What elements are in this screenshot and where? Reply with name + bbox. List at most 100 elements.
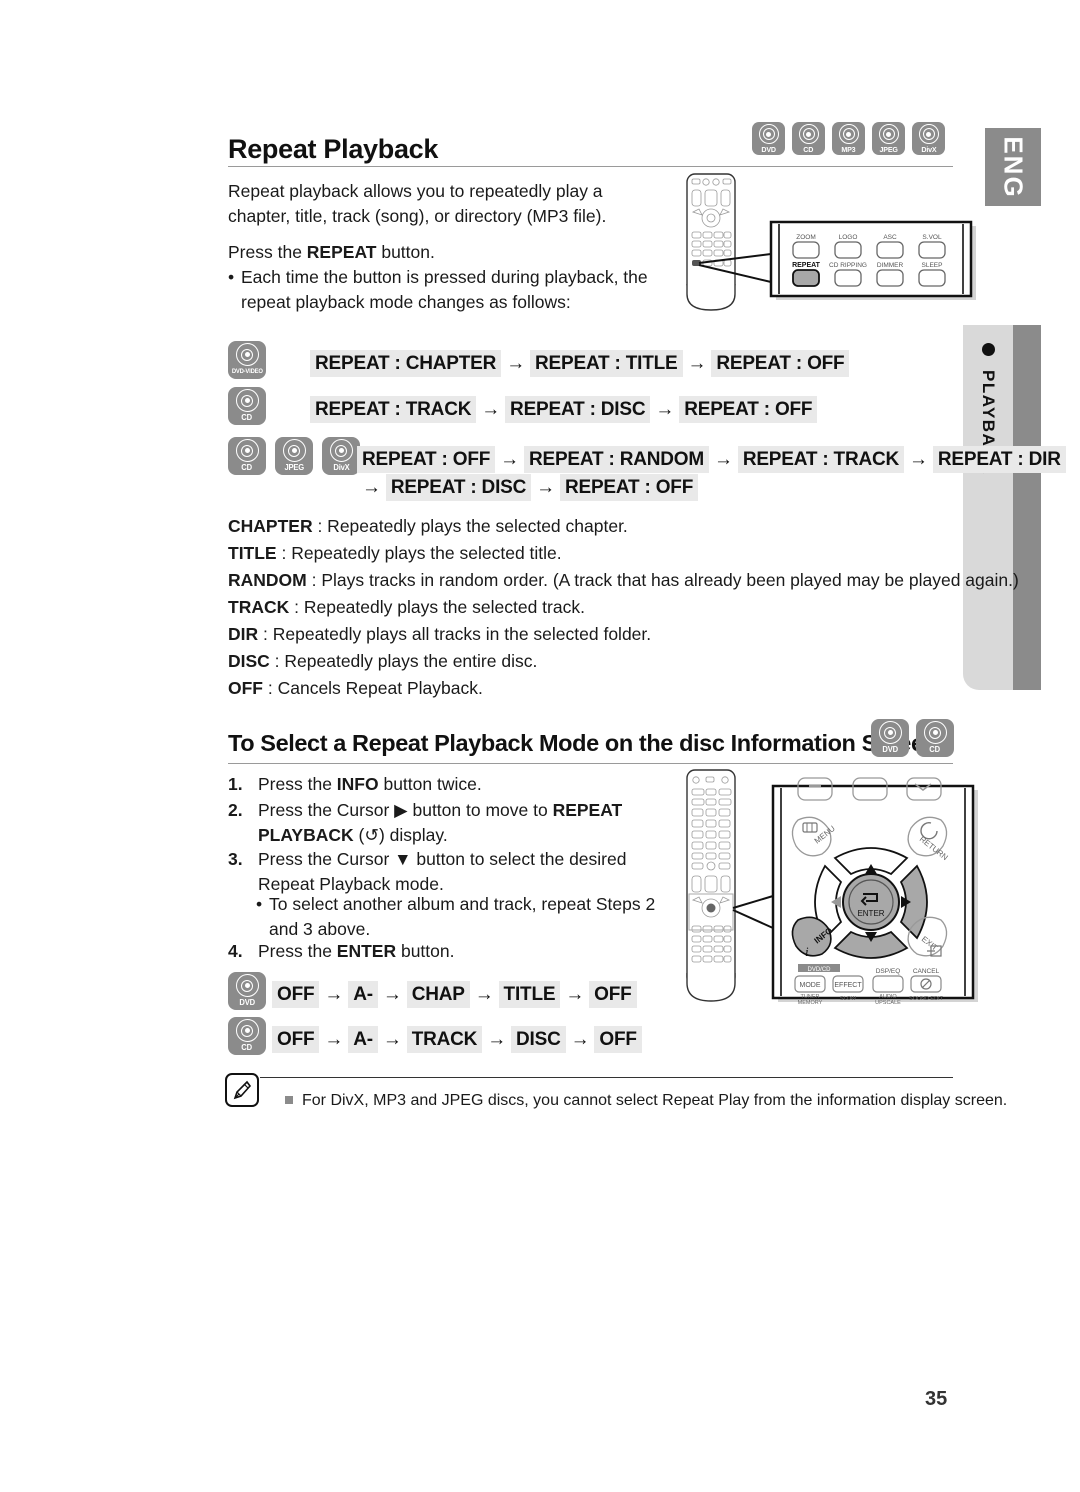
svg-text:ZOOM: ZOOM — [796, 234, 816, 241]
flow-row-cd-jpeg-divx-cont: → REPEAT : DISC → REPEAT : OFF — [357, 473, 699, 503]
disc-icon — [838, 124, 859, 144]
note-bottom-rule — [260, 1118, 953, 1119]
arrow-icon: → — [565, 984, 585, 1005]
disc-icon — [235, 389, 259, 412]
svg-text:SOUND EDIT: SOUND EDIT — [909, 996, 944, 1002]
manual-page: ENG PLAYBACK Repeat Playback DVD CD MP3 … — [0, 0, 1080, 1492]
section2-title: To Select a Repeat Playback Mode on the … — [228, 730, 938, 756]
disc-icon — [235, 974, 259, 997]
svg-text:EFFECT: EFFECT — [834, 982, 862, 989]
disc-icon — [878, 124, 899, 144]
step-2: 2. Press the Cursor ▶ button to move to … — [228, 800, 623, 845]
repeat-mode-bullet: • Each time the button is pressed during… — [228, 267, 648, 312]
badge-dvd: DVD — [871, 719, 909, 757]
arrow-icon: → — [324, 984, 344, 1005]
intro-paragraph: Repeat playback allows you to repeatedly… — [228, 181, 607, 226]
disc-icon — [878, 721, 902, 744]
definition-disc: DISC : Repeatedly plays the entire disc. — [228, 651, 538, 671]
arrow-icon: → — [655, 399, 675, 420]
flow2-icons: CD — [228, 387, 266, 425]
disc-icon — [923, 721, 947, 744]
svg-text:i: i — [805, 944, 809, 959]
badge-cd: CD — [228, 437, 266, 475]
note-square-bullet-icon — [285, 1096, 293, 1104]
svg-text:CANCEL: CANCEL — [913, 968, 940, 975]
svg-text:S.VOL: S.VOL — [922, 234, 942, 241]
arrow-icon: → — [324, 1029, 344, 1050]
definition-title: TITLE : Repeatedly plays the selected ti… — [228, 543, 562, 563]
disc-icon — [282, 439, 306, 462]
svg-text:DSP/EQ: DSP/EQ — [876, 968, 901, 975]
remote-illustration-top: ZOOM LOGO ASC S.VOL REPEAT CD RIPPING DI… — [686, 173, 976, 311]
bullet-dot-icon: • — [256, 894, 263, 914]
step-1: 1. Press the INFO button twice. — [228, 774, 482, 794]
page-title: Repeat Playback — [228, 134, 439, 164]
arrow-icon: → — [714, 449, 733, 470]
language-tab-label: ENG — [998, 135, 1029, 199]
arrow-icon: → — [382, 1029, 402, 1050]
svg-text:MODE: MODE — [800, 982, 821, 989]
svg-text:CD RIPPING: CD RIPPING — [829, 262, 867, 269]
svg-text:ASC: ASC — [883, 234, 897, 241]
section1-disc-badges: DVD CD MP3 JPEG DivX — [752, 122, 945, 155]
remote-illustration-bottom: MENU RETURN ENTER INFO i EXIT DVD/CD MOD… — [686, 769, 978, 1006]
disc-icon — [798, 124, 819, 144]
disc-icon — [235, 343, 259, 366]
note-pen-icon — [225, 1073, 259, 1107]
step-3-sub-bullet: • To select another album and track, rep… — [256, 894, 656, 939]
arrow-icon: → — [487, 1029, 506, 1050]
definition-random: RANDOM : Plays tracks in random order. (… — [228, 570, 1019, 590]
arrow-icon: → — [687, 353, 707, 374]
flow4-icons: DVD — [228, 972, 266, 1010]
badge-mp3: MP3 — [832, 122, 865, 155]
flow-row-cd-info: OFF → A- → TRACK → DISC → OFF — [272, 1025, 642, 1055]
flow3-icons: CD JPEG DivX — [228, 437, 360, 475]
arrow-icon: → — [536, 477, 555, 498]
badge-cd: CD — [228, 387, 266, 425]
disc-icon — [235, 439, 259, 462]
svg-text:MEMORY: MEMORY — [798, 1000, 823, 1006]
disc-icon — [918, 124, 939, 144]
arrow-icon: → — [474, 984, 494, 1005]
note-text: For DivX, MP3 and JPEG discs, you cannot… — [285, 1092, 1007, 1110]
svg-text:REPEAT: REPEAT — [792, 262, 821, 269]
flow-row-cd: REPEAT : TRACK → REPEAT : DISC → REPEAT : OF… — [310, 395, 818, 425]
note-top-rule — [260, 1077, 953, 1078]
press-repeat-line: Press the REPEAT button. — [228, 242, 435, 262]
disc-icon — [329, 439, 353, 462]
badge-cd: CD — [916, 719, 954, 757]
svg-text:SLEEP: SLEEP — [922, 262, 943, 269]
section2-title-rule — [228, 763, 953, 764]
svg-text:DIMMER: DIMMER — [877, 262, 904, 269]
step-3: 3. Press the Cursor ▼ button to select t… — [228, 849, 627, 894]
badge-jpeg: JPEG — [275, 437, 313, 475]
flow1-icons: DVD-VIDEO — [228, 341, 266, 379]
arrow-icon: → — [909, 449, 928, 470]
definition-dir: DIR : Repeatedly plays all tracks in the… — [228, 624, 652, 644]
section2-disc-badges: DVD CD — [871, 719, 954, 757]
flow-row-dvd-info: OFF → A- → CHAP → TITLE → OFF — [272, 980, 637, 1010]
svg-text:UPSCALE: UPSCALE — [875, 1000, 901, 1006]
badge-jpeg: JPEG — [872, 122, 905, 155]
badge-divx: DivX — [912, 122, 945, 155]
badge-dvd: DVD — [752, 122, 785, 155]
badge-divx: DivX — [322, 437, 360, 475]
arrow-icon: → — [570, 1029, 590, 1050]
arrow-icon: → — [481, 399, 501, 420]
disc-icon — [235, 1019, 259, 1042]
arrow-icon: → — [506, 353, 525, 374]
svg-text:DVD/CD: DVD/CD — [807, 967, 831, 973]
flow-row-dvd: REPEAT : CHAPTER → REPEAT : TITLE → REPEAT :… — [310, 349, 850, 379]
page-number: 35 — [925, 1388, 948, 1410]
badge-cd: CD — [228, 1017, 266, 1055]
section1-title-rule — [228, 166, 953, 167]
svg-text:ENTER: ENTER — [857, 909, 884, 918]
section-tab-dark-strip — [1011, 325, 1041, 690]
disc-icon — [758, 124, 779, 144]
badge-cd: CD — [792, 122, 825, 155]
language-tab: ENG — [985, 128, 1041, 206]
section-tab: PLAYBACK — [963, 325, 1041, 690]
definition-off: OFF : Cancels Repeat Playback. — [228, 678, 483, 698]
step-4: 4. Press the ENTER button. — [228, 941, 455, 961]
flow-row-cd-jpeg-divx: REPEAT : OFF → REPEAT : RANDOM → REPEAT : TR… — [357, 445, 1066, 475]
